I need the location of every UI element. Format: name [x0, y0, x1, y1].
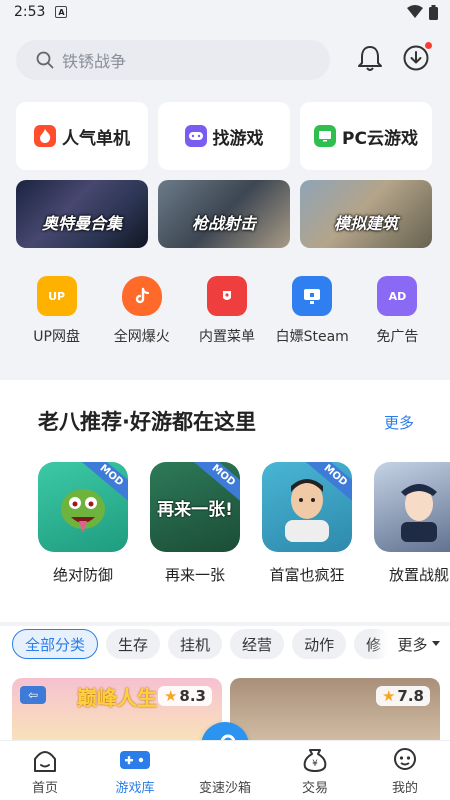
star-icon: ★ [381, 687, 396, 705]
game-name: 再来一张 [164, 566, 225, 584]
status-bar: 2:53 A [0, 0, 450, 24]
status-time: 2:53 [14, 4, 46, 20]
gamepad-icon [120, 751, 150, 769]
profile-icon [394, 748, 416, 770]
game-item[interactable]: 再来一张! MOD 再来一张 [150, 462, 240, 585]
quick-link-label: 找游戏 [212, 128, 264, 149]
recommend-section: 老八推荐·好游都在这里 更多 MOD 绝对防御 再来一张! MOD 再来一张 M… [0, 380, 450, 622]
categories-more-button[interactable]: 更多 [388, 626, 450, 662]
tiktok-flame-icon [121, 276, 162, 316]
home-icon [34, 751, 56, 772]
up-cloud-icon: UP [36, 276, 77, 316]
flame-icon [34, 125, 56, 147]
game-item[interactable]: MOD 首富也疯狂 [262, 462, 352, 585]
tab-home[interactable]: 首页 [0, 741, 90, 800]
game-card[interactable]: ★ 7.8 [230, 678, 440, 740]
tool-label: 白嫖Steam [275, 329, 349, 345]
banner-shooter[interactable]: 枪战射击 [158, 180, 290, 248]
banner-label: 模拟建筑 [333, 214, 398, 233]
caret-down-icon [431, 641, 440, 646]
quick-link-popular-single[interactable]: 人气单机 [16, 102, 148, 170]
tab-label: 变速沙箱 [198, 781, 251, 796]
menu-icon [207, 276, 247, 316]
banner-sim-build[interactable]: 模拟建筑 [300, 180, 432, 248]
game-art-text: 再来一张! [157, 499, 233, 520]
bell-icon [358, 46, 382, 71]
tool-free-steam[interactable]: 白嫖Steam [270, 276, 355, 356]
quick-links: 人气单机 找游戏 PC云游戏 [16, 102, 450, 170]
cloud-pc-icon [314, 125, 337, 147]
search-input[interactable]: 铁锈战争 [16, 40, 330, 80]
category-tab[interactable]: 动作 [292, 629, 347, 659]
tool-up-cloud[interactable]: UP UP网盘 [14, 276, 99, 356]
quick-link-pc-cloud[interactable]: PC云游戏 [300, 102, 432, 170]
category-tab[interactable]: 全部分类 [12, 629, 99, 659]
category-tab[interactable]: 经营 [230, 629, 285, 659]
tab-profile[interactable]: 我的 [360, 741, 450, 800]
tool-label: 内置菜单 [199, 329, 255, 345]
category-tab[interactable]: 挂机 [168, 629, 223, 659]
tool-label: 全网爆火 [113, 329, 170, 345]
tab-trade[interactable]: ¥ 交易 [270, 741, 360, 800]
svg-text:¥: ¥ [312, 759, 318, 769]
tool-trending[interactable]: 全网爆火 [99, 276, 184, 356]
tool-ad-free[interactable]: AD 免广告 [355, 276, 440, 356]
star-icon: ★ [163, 687, 178, 705]
category-tab[interactable]: 生存 [106, 629, 161, 659]
battery-icon [429, 4, 438, 20]
search-placeholder: 铁锈战争 [62, 52, 127, 71]
downloads-button[interactable] [402, 42, 432, 72]
quick-link-label: 人气单机 [62, 128, 130, 149]
quick-link-label: PC云游戏 [342, 128, 418, 149]
tool-label: UP网盘 [33, 329, 80, 345]
tab-speed-sandbox[interactable]: 变速沙箱 [180, 741, 270, 800]
header: 铁锈战争 [0, 28, 450, 92]
tab-label: 我的 [391, 781, 418, 796]
section-title: 老八推荐·好游都在这里 [38, 410, 256, 434]
rating-value: 7.8 [397, 687, 424, 705]
rating-badge: ★ 7.8 [375, 686, 430, 706]
game-icon: MOD [262, 462, 352, 552]
more-link[interactable]: 更多 [384, 412, 414, 433]
rating-badge: ★ 8.3 [157, 686, 212, 706]
tab-label: 游戏库 [115, 781, 155, 796]
tab-label: 交易 [301, 781, 328, 796]
tool-shortcuts: UP UP网盘 全网爆火 内置菜单 白嫖Steam AD 免广告 [14, 276, 440, 356]
search-icon [36, 51, 54, 69]
tab-label: 首页 [31, 781, 58, 796]
download-badge [425, 42, 432, 49]
notifications-button[interactable] [356, 44, 384, 72]
banner-label: 枪战射击 [191, 214, 256, 233]
banner-row: 奥特曼合集 枪战射击 模拟建筑 [16, 180, 450, 248]
game-card[interactable]: ⇦ 巅峰人生 ★ 8.3 [12, 678, 222, 740]
tool-builtin-menu[interactable]: 内置菜单 [184, 276, 269, 356]
game-icon: 再来一张! MOD [150, 462, 240, 552]
tab-game-library[interactable]: 游戏库 [90, 741, 180, 800]
game-icon: MOD [38, 462, 128, 552]
wifi-icon [407, 5, 423, 18]
game-item[interactable]: MOD 绝对防御 [38, 462, 128, 585]
banner-ultraman[interactable]: 奥特曼合集 [16, 180, 148, 248]
rating-value: 8.3 [179, 687, 206, 705]
monitor-icon [292, 276, 333, 316]
banner-label: 奥特曼合集 [41, 214, 122, 233]
game-name: 绝对防御 [52, 566, 113, 584]
money-bag-icon: ¥ [303, 749, 327, 772]
tool-label: 免广告 [376, 329, 419, 345]
categories-more-label: 更多 [397, 635, 428, 654]
game-item[interactable]: 放置战舰 [374, 462, 450, 585]
ad-free-icon: AD [377, 276, 418, 316]
quick-link-find-game[interactable]: 找游戏 [158, 102, 290, 170]
notification-icon: A [55, 6, 68, 18]
game-list: MOD 绝对防御 再来一张! MOD 再来一张 MOD 首富也疯狂 放置战舰 [38, 462, 450, 585]
category-tabs: 全部分类 生存 挂机 经营 动作 修 更多 [0, 626, 450, 662]
bottom-tab-bar: 首页 游戏库 变速沙箱 ¥ 交易 我的 [0, 740, 450, 800]
game-name: 放置战舰 [388, 566, 449, 584]
game-icon [374, 462, 450, 552]
gamepad-icon [184, 125, 207, 147]
game-name: 首富也疯狂 [269, 566, 345, 584]
